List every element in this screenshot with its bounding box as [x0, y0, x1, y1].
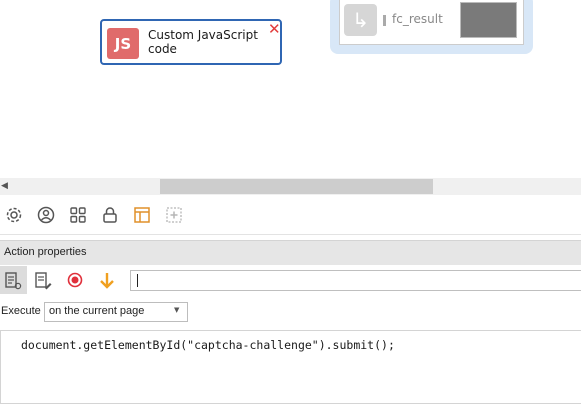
- lock-icon[interactable]: [100, 205, 120, 225]
- execute-selected-value: on the current page: [49, 305, 145, 317]
- action-properties-header: [0, 240, 581, 266]
- action-block-title: Custom JavaScript code: [148, 28, 258, 56]
- gear-icon[interactable]: [4, 205, 24, 225]
- grid-icon[interactable]: [68, 205, 88, 225]
- record-icon[interactable]: [65, 271, 85, 291]
- text-caret: [137, 274, 138, 287]
- add-box-icon[interactable]: [164, 205, 184, 225]
- properties-list-icon[interactable]: [3, 271, 23, 291]
- table-icon[interactable]: [132, 205, 152, 225]
- js-icon: JS: [107, 28, 139, 59]
- arrow-down-icon[interactable]: [97, 271, 117, 291]
- edit-document-icon[interactable]: [33, 271, 53, 291]
- dropdown-arrow-icon[interactable]: ▼: [174, 306, 179, 314]
- code-line: document.getElementById("captcha-challen…: [21, 338, 395, 352]
- scrollbar-thumb[interactable]: [160, 179, 433, 194]
- execute-label: Execute: [1, 305, 41, 317]
- result-block-label: fc_result: [392, 12, 443, 26]
- panel-title: Action properties: [4, 246, 87, 258]
- code-input[interactable]: [130, 270, 581, 291]
- scroll-left-icon[interactable]: ◀: [1, 181, 8, 191]
- return-arrow-icon: ↳: [344, 4, 377, 36]
- custom-js-action-block[interactable]: JS Custom JavaScript code ✕: [100, 19, 282, 65]
- result-marker: [383, 15, 386, 26]
- close-icon[interactable]: ✕: [268, 21, 281, 37]
- user-circle-icon[interactable]: [36, 205, 56, 225]
- result-thumbnail: [460, 2, 517, 38]
